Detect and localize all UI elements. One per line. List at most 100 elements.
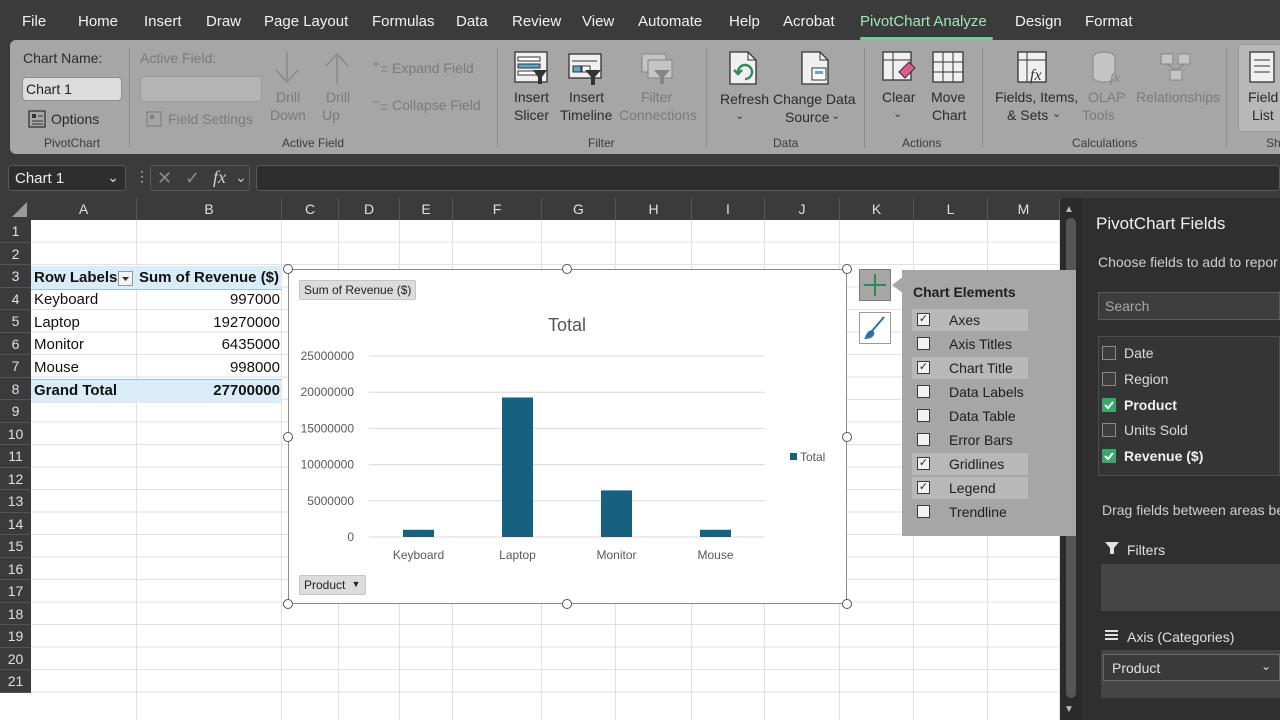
- change-data-source-label-1[interactable]: Change Data: [773, 91, 856, 107]
- select-all-corner[interactable]: [0, 198, 31, 220]
- menu-help[interactable]: Help: [729, 13, 760, 30]
- chart-name-input[interactable]: Chart 1: [22, 77, 122, 101]
- row-header-2[interactable]: 2: [0, 242, 31, 265]
- row-header-13[interactable]: 13: [0, 490, 31, 513]
- field-checkbox[interactable]: [1102, 449, 1116, 464]
- checkbox[interactable]: ✓: [917, 313, 930, 326]
- row-header-8[interactable]: 8: [0, 377, 31, 400]
- chart-element-data-labels[interactable]: Data Labels: [912, 381, 1028, 403]
- pivot-row-label[interactable]: Keyboard: [34, 289, 98, 311]
- field-checkbox[interactable]: [1102, 397, 1116, 412]
- field-checkbox[interactable]: [1102, 423, 1116, 438]
- resize-handle[interactable]: [283, 432, 293, 442]
- checkbox[interactable]: [917, 337, 930, 350]
- pivot-chart[interactable]: Sum of Revenue ($) Total 0 5000000 10000000…: [288, 269, 847, 604]
- resize-handle[interactable]: [842, 264, 852, 274]
- chart-element-axes[interactable]: ✓ Axes: [912, 309, 1028, 331]
- menu-insert[interactable]: Insert: [144, 13, 182, 30]
- column-header-D[interactable]: D: [339, 198, 400, 220]
- clear-button[interactable]: Clear: [882, 89, 915, 105]
- field-region[interactable]: Region: [1102, 369, 1272, 391]
- column-header-B[interactable]: B: [137, 198, 282, 220]
- pivot-row-label[interactable]: Mouse: [34, 357, 79, 379]
- pivot-value-header[interactable]: Sum of Revenue ($): [139, 267, 279, 289]
- axis-field-button[interactable]: Product ▼: [299, 575, 367, 595]
- menu-page-layout[interactable]: Page Layout: [264, 13, 348, 30]
- resize-handle[interactable]: [842, 599, 852, 609]
- field-date[interactable]: Date: [1102, 343, 1272, 365]
- chart-element-axis-titles[interactable]: Axis Titles: [912, 333, 1028, 355]
- insert-timeline-label-1[interactable]: Insert: [569, 89, 604, 105]
- pivot-grand-total-label[interactable]: Grand Total: [34, 380, 117, 402]
- field-list-label-1[interactable]: Field: [1248, 89, 1278, 105]
- column-header-H[interactable]: H: [616, 198, 692, 220]
- menu-view[interactable]: View: [582, 13, 614, 30]
- insert-timeline-label-2[interactable]: Timeline: [560, 107, 612, 123]
- row-header-4[interactable]: 4: [0, 287, 31, 310]
- column-header-E[interactable]: E: [400, 198, 453, 220]
- options-button[interactable]: Options: [51, 111, 99, 127]
- row-header-11[interactable]: 11: [0, 445, 31, 468]
- checkbox[interactable]: [917, 433, 930, 446]
- chart-element-gridlines[interactable]: ✓ Gridlines: [912, 453, 1028, 475]
- row-header-9[interactable]: 9: [0, 400, 31, 423]
- row-header-5[interactable]: 5: [0, 310, 31, 333]
- move-chart-label-2[interactable]: Chart: [932, 107, 966, 123]
- insert-slicer-label-1[interactable]: Insert: [514, 89, 549, 105]
- refresh-button[interactable]: Refresh: [720, 91, 769, 107]
- insert-slicer-label-2[interactable]: Slicer: [514, 107, 549, 123]
- checkbox[interactable]: ✓: [917, 361, 930, 374]
- formula-input[interactable]: [256, 165, 1280, 191]
- field-search-input[interactable]: Search: [1098, 292, 1280, 320]
- olap-tools-label-1[interactable]: OLAP: [1088, 89, 1125, 105]
- menu-design[interactable]: Design: [1015, 13, 1062, 30]
- checkbox[interactable]: [917, 409, 930, 422]
- pivot-row-labels-header[interactable]: Row Labels: [34, 267, 117, 289]
- filter-dropdown-icon[interactable]: [118, 271, 133, 286]
- resize-handle[interactable]: [562, 264, 572, 274]
- chart-element-data-table[interactable]: Data Table: [912, 405, 1028, 427]
- row-header-21[interactable]: 21: [0, 670, 31, 693]
- field-revenue[interactable]: Revenue ($): [1102, 446, 1272, 468]
- column-header-K[interactable]: K: [840, 198, 914, 220]
- resize-handle[interactable]: [283, 264, 293, 274]
- column-header-F[interactable]: F: [453, 198, 542, 220]
- collapse-field-button[interactable]: Collapse Field: [392, 97, 481, 113]
- column-header-L[interactable]: L: [914, 198, 988, 220]
- row-header-15[interactable]: 15: [0, 535, 31, 558]
- row-header-18[interactable]: 18: [0, 602, 31, 625]
- column-header-G[interactable]: G: [542, 198, 616, 220]
- column-header-J[interactable]: J: [765, 198, 840, 220]
- fields-items-sets-label-1[interactable]: Fields, Items,: [995, 89, 1078, 105]
- name-box[interactable]: Chart 1 ⌄: [8, 165, 126, 191]
- chart-styles-button[interactable]: [859, 312, 891, 344]
- pivot-row-label[interactable]: Monitor: [34, 334, 84, 356]
- filters-drop-area[interactable]: [1101, 564, 1280, 611]
- scroll-up-icon[interactable]: ▲: [1064, 204, 1074, 215]
- move-chart-label-1[interactable]: Move: [931, 89, 965, 105]
- insert-function-icon[interactable]: fx: [213, 167, 226, 188]
- checkbox[interactable]: ✓: [917, 457, 930, 470]
- pivot-row-value[interactable]: 19270000: [150, 312, 280, 334]
- pivot-row-value[interactable]: 997000: [150, 289, 280, 311]
- menu-home[interactable]: Home: [78, 13, 118, 30]
- fields-items-sets-label-2[interactable]: & Sets: [1007, 107, 1048, 123]
- row-header-12[interactable]: 12: [0, 467, 31, 490]
- chart-element-trendline[interactable]: Trendline: [912, 501, 1028, 523]
- row-header-20[interactable]: 20: [0, 647, 31, 670]
- column-header-A[interactable]: A: [31, 198, 137, 220]
- drill-down-label-2[interactable]: Down: [270, 107, 306, 123]
- menu-formulas[interactable]: Formulas: [372, 13, 435, 30]
- enter-icon[interactable]: ✓: [185, 168, 200, 189]
- row-header-6[interactable]: 6: [0, 332, 31, 355]
- row-header-7[interactable]: 7: [0, 355, 31, 378]
- checkbox[interactable]: ✓: [917, 481, 930, 494]
- row-header-17[interactable]: 17: [0, 580, 31, 603]
- chart-elements-button[interactable]: [859, 269, 891, 301]
- checkbox[interactable]: [917, 385, 930, 398]
- expand-field-button[interactable]: Expand Field: [392, 60, 474, 76]
- olap-tools-label-2[interactable]: Tools: [1082, 107, 1115, 123]
- chart-element-legend[interactable]: ✓ Legend: [912, 477, 1028, 499]
- row-header-14[interactable]: 14: [0, 512, 31, 535]
- menu-file[interactable]: File: [22, 13, 46, 30]
